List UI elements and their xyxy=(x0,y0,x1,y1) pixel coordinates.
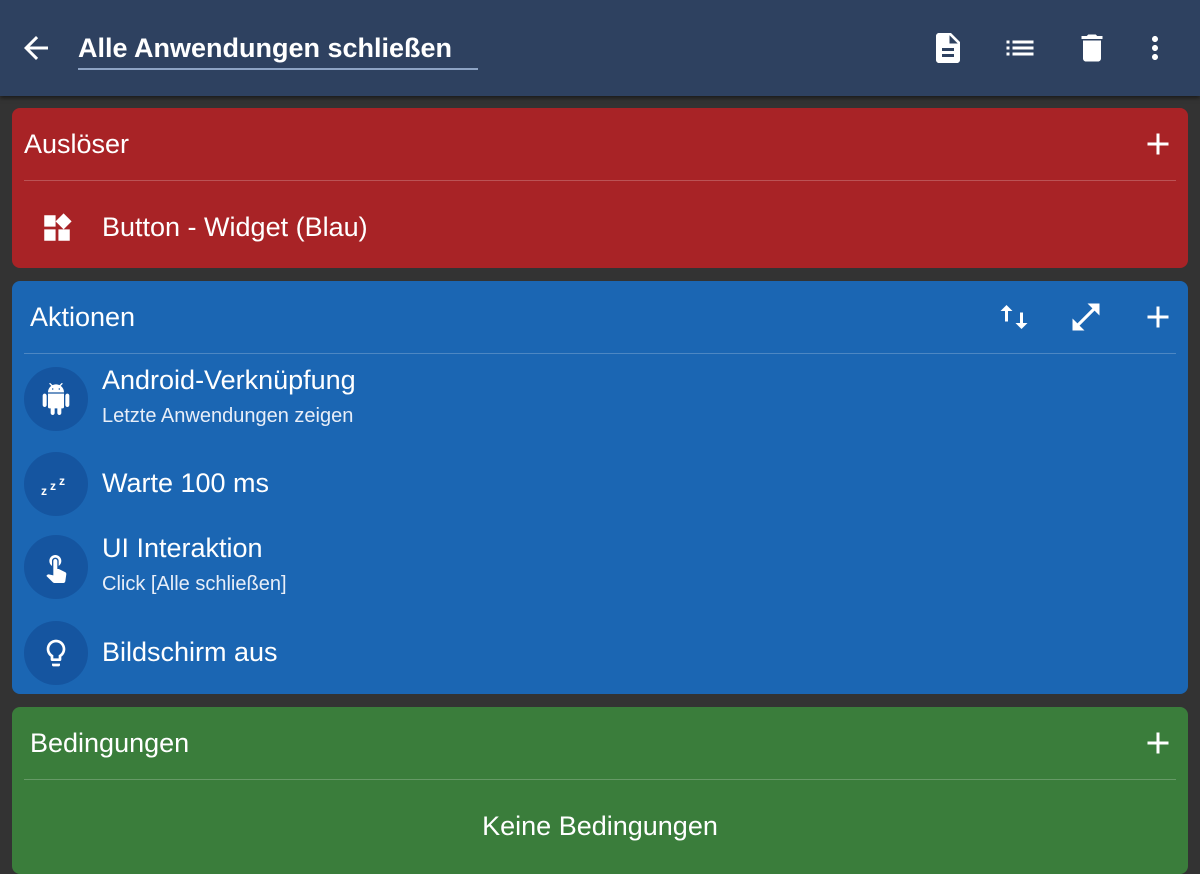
svg-text:z: z xyxy=(50,479,56,493)
action-item-wait[interactable]: z z z Warte 100 ms xyxy=(12,451,1188,521)
expand-icon[interactable] xyxy=(1068,299,1104,335)
action-item-screen-off[interactable]: Bildschirm aus xyxy=(12,619,1188,689)
action-title: UI Interaktion xyxy=(102,533,263,563)
lightbulb-icon xyxy=(24,621,88,685)
touch-icon xyxy=(24,535,88,599)
add-action-plus-icon[interactable] xyxy=(1140,299,1176,335)
actions-title: Aktionen xyxy=(30,302,136,332)
action-item-ui-interaction[interactable]: UI Interaktion Click [Alle schließen] xyxy=(12,529,1188,609)
trigger-item-title: Button - Widget (Blau) xyxy=(102,212,368,242)
action-title: Android-Verknüpfung xyxy=(102,365,356,395)
reorder-arrows-icon[interactable] xyxy=(996,299,1032,335)
action-title: Warte 100 ms xyxy=(102,468,270,498)
trigger-card: Auslöser Button - Widget (Blau) xyxy=(12,108,1188,268)
add-condition-plus-icon[interactable] xyxy=(1140,725,1176,761)
action-subtitle: Click [Alle schließen] xyxy=(102,573,287,595)
android-icon xyxy=(24,367,88,431)
action-item-android-shortcut[interactable]: Android-Verknüpfung Letzte Anwendungen z… xyxy=(12,361,1188,441)
conditions-header: Bedingungen xyxy=(24,707,1176,780)
top-app-bar: Alle Anwendungen schließen xyxy=(0,0,1200,96)
svg-text:z: z xyxy=(41,484,47,498)
trigger-title: Auslöser xyxy=(24,129,130,159)
conditions-card: Bedingungen Keine Bedingungen xyxy=(12,707,1188,874)
action-subtitle: Letzte Anwendungen zeigen xyxy=(102,405,354,427)
more-vert-icon[interactable] xyxy=(1137,30,1173,66)
no-conditions-text: Keine Bedingungen xyxy=(482,811,718,841)
sleep-zzz-icon: z z z xyxy=(24,452,88,516)
document-icon[interactable] xyxy=(930,30,966,66)
add-trigger-plus-icon[interactable] xyxy=(1140,126,1176,162)
macro-name-field[interactable]: Alle Anwendungen schließen xyxy=(78,28,478,70)
svg-text:z: z xyxy=(59,474,65,488)
actions-card: Aktionen Android-Verknüpfung Letzte Anwe… xyxy=(12,281,1188,694)
trigger-item[interactable]: Button - Widget (Blau) xyxy=(12,196,1188,260)
list-icon[interactable] xyxy=(1002,30,1038,66)
action-title: Bildschirm aus xyxy=(102,637,278,667)
trigger-header: Auslöser xyxy=(24,108,1176,181)
trash-icon[interactable] xyxy=(1074,30,1110,66)
conditions-title: Bedingungen xyxy=(30,728,190,758)
widget-icon xyxy=(44,213,72,241)
back-arrow-icon[interactable] xyxy=(18,30,54,66)
actions-header: Aktionen xyxy=(24,281,1176,354)
